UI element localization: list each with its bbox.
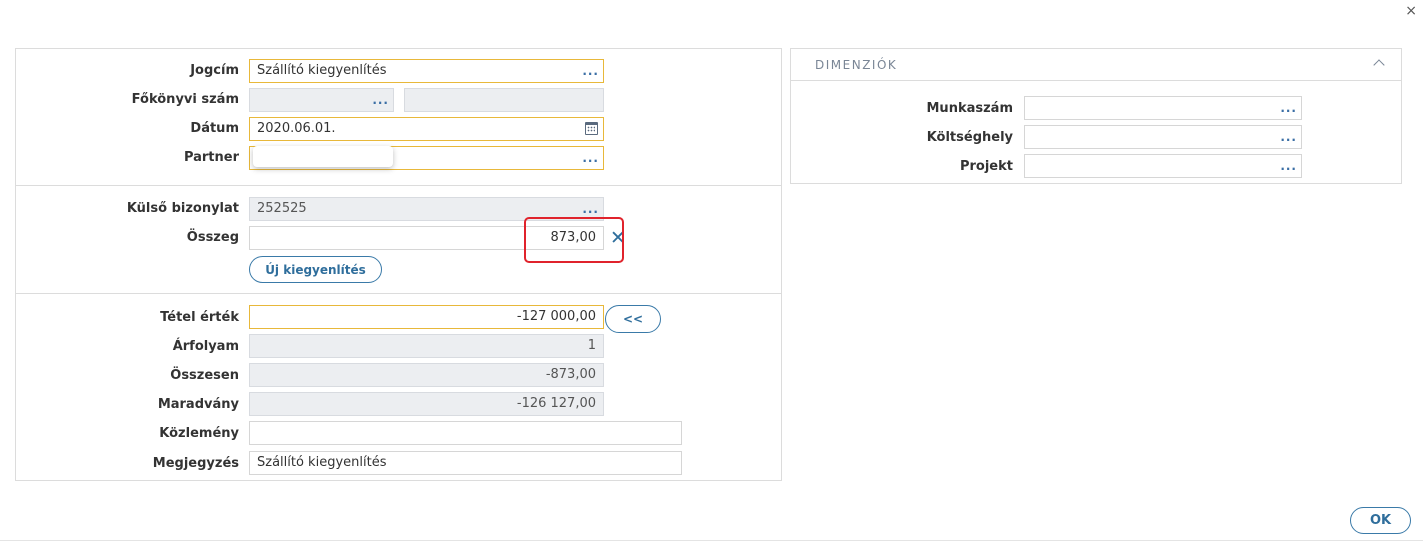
kulso-label: Külső bizonylat	[126, 201, 239, 216]
maradvany-value: -126 127,00	[516, 396, 596, 411]
highlight-annotation	[524, 217, 624, 263]
ellipsis-icon[interactable]: ...	[582, 203, 599, 215]
ellipsis-icon[interactable]: ...	[582, 152, 599, 164]
megjegyzes-value: Szállító kiegyenlítés	[257, 455, 387, 470]
jogcim-label: Jogcím	[190, 63, 239, 78]
koltseghely-label: Költséghely	[926, 130, 1013, 145]
fokonyvi-name-field	[404, 88, 604, 112]
osszesen-value: -873,00	[545, 367, 596, 382]
calendar-icon[interactable]	[585, 122, 598, 135]
dimensions-header[interactable]: DIMENZIÓK	[791, 49, 1401, 81]
close-icon[interactable]: ×	[1405, 2, 1417, 20]
megjegyzes-label: Megjegyzés	[152, 456, 239, 471]
dimensions-title: DIMENZIÓK	[815, 58, 898, 72]
tetel-value: -127 000,00	[516, 309, 596, 324]
datum-value: 2020.06.01.	[257, 121, 336, 136]
projekt-label: Projekt	[959, 159, 1013, 174]
section-divider	[16, 293, 781, 294]
arfolyam-label: Árfolyam	[172, 339, 239, 354]
section-divider	[16, 185, 781, 186]
footer-divider	[0, 540, 1423, 541]
tetel-label: Tétel érték	[160, 310, 239, 325]
kozlemeny-field[interactable]	[249, 421, 682, 445]
kulso-value: 252525	[257, 201, 307, 216]
fokonyvi-field[interactable]: ...	[249, 88, 394, 112]
maradvany-field: -126 127,00	[249, 392, 604, 416]
osszesen-field: -873,00	[249, 363, 604, 387]
transfer-button[interactable]: <<	[605, 305, 661, 333]
fokonyvi-label: Főkönyvi szám	[131, 92, 239, 107]
maradvany-label: Maradvány	[157, 397, 239, 412]
chevron-up-icon[interactable]	[1373, 59, 1385, 71]
ok-button[interactable]: OK	[1350, 507, 1411, 534]
tetel-field[interactable]: -127 000,00	[249, 305, 604, 329]
munkaszam-field[interactable]: ...	[1024, 96, 1302, 120]
arfolyam-field: 1	[249, 334, 604, 358]
partner-label: Partner	[183, 150, 239, 165]
koltseghely-field[interactable]: ...	[1024, 125, 1302, 149]
kozlemeny-label: Közlemény	[159, 426, 239, 441]
osszesen-label: Összesen	[170, 368, 239, 383]
megjegyzes-field[interactable]: Szállító kiegyenlítés	[249, 451, 682, 475]
ellipsis-icon[interactable]: ...	[1280, 160, 1297, 172]
datum-field[interactable]: 2020.06.01.	[249, 117, 604, 141]
jogcim-field[interactable]: Szállító kiegyenlítés ...	[249, 59, 604, 83]
ellipsis-icon[interactable]: ...	[1280, 102, 1297, 114]
osszeg-label: Összeg	[186, 230, 239, 245]
ellipsis-icon[interactable]: ...	[372, 94, 389, 106]
main-form-panel	[15, 48, 782, 481]
arfolyam-value: 1	[587, 338, 596, 353]
datum-label: Dátum	[190, 121, 239, 136]
ellipsis-icon[interactable]: ...	[582, 65, 599, 77]
ellipsis-icon[interactable]: ...	[1280, 131, 1297, 143]
partner-autocomplete-popup[interactable]	[253, 146, 393, 167]
munkaszam-label: Munkaszám	[926, 101, 1014, 116]
projekt-field[interactable]: ...	[1024, 154, 1302, 178]
jogcim-value: Szállító kiegyenlítés	[257, 63, 387, 78]
new-settlement-button[interactable]: Új kiegyenlítés	[249, 256, 382, 283]
